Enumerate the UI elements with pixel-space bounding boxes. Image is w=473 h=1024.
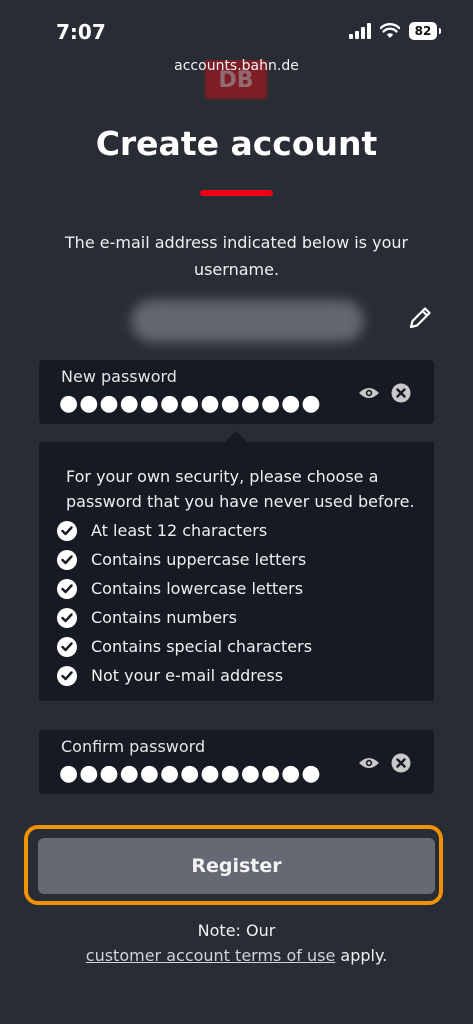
create-account-page: 7:07 82 DB accounts.bahn.de Create accou… [0,0,473,1024]
requirement-item: Contains lowercase letters [57,574,417,603]
terms-note: Note: Our customer account terms of use … [0,918,473,968]
eye-icon [359,758,379,768]
checkmark-icon [57,665,77,686]
wifi-icon [380,23,400,38]
requirement-item: Contains special characters [57,632,417,661]
requirement-item: At least 12 characters [57,516,417,545]
status-indicators: 82 [349,22,441,40]
show-password-button[interactable] [358,382,380,404]
battery-indicator: 82 [409,22,441,40]
checkmark-icon [57,578,77,599]
confirm-password-input[interactable]: ●●●●●●●●●●●●● [59,761,359,787]
requirement-text: Contains special characters [91,637,313,656]
checkmark-icon [57,520,77,541]
edit-email-button[interactable] [404,302,436,334]
clear-icon [391,383,411,403]
requirement-text: At least 12 characters [91,521,268,540]
email-address-redacted [131,300,364,342]
terms-of-use-link[interactable]: customer account terms of use [86,946,336,965]
status-bar: 7:07 82 [0,0,473,60]
url-bar-text[interactable]: accounts.bahn.de [0,58,473,74]
confirm-password-label: Confirm password [61,737,206,756]
checkmark-icon [57,607,77,628]
requirement-text: Contains numbers [91,608,237,627]
username-info-text: The e-mail address indicated below is yo… [64,233,409,279]
status-time: 7:07 [56,20,106,44]
new-password-label: New password [61,367,177,386]
register-button[interactable]: Register [38,838,435,894]
page-title: Create account [95,124,378,163]
requirements-intro: For your own security, please choose a p… [66,467,415,511]
confirm-password-field[interactable]: Confirm password ●●●●●●●●●●●●● [39,730,434,794]
requirement-item: Contains uppercase letters [57,545,417,574]
requirement-text: Contains lowercase letters [91,579,304,598]
battery-level: 82 [414,24,432,38]
requirement-item: Not your e-mail address [57,661,417,690]
requirements-caret [225,431,247,442]
requirement-text: Not your e-mail address [91,666,284,685]
note-suffix: apply. [335,946,388,965]
show-confirm-password-button[interactable] [358,752,380,774]
title-underline [200,190,273,196]
clear-password-button[interactable] [390,382,412,404]
new-password-input[interactable]: ●●●●●●●●●●●●● [59,391,359,417]
pencil-icon [409,307,431,329]
clear-confirm-password-button[interactable] [390,752,412,774]
new-password-actions [358,382,412,404]
checkmark-icon [57,549,77,570]
checkmark-icon [57,636,77,657]
note-prefix: Note: Our [197,921,276,940]
requirement-item: Contains numbers [57,603,417,632]
new-password-field[interactable]: New password ●●●●●●●●●●●●● [39,360,434,424]
clear-icon [391,753,411,773]
confirm-password-actions [358,752,412,774]
signal-icon [349,23,371,39]
password-requirements-box: For your own security, please choose a p… [39,431,434,701]
requirement-text: Contains uppercase letters [91,550,307,569]
requirements-list: At least 12 characters Contains uppercas… [57,516,417,690]
eye-icon [359,388,379,398]
